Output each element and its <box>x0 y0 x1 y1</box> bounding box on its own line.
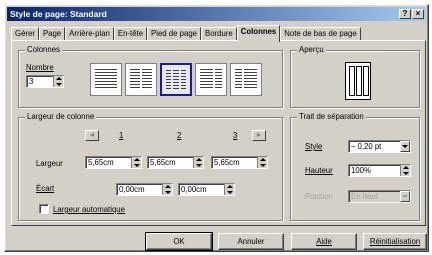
tab-page[interactable]: Page <box>38 27 66 41</box>
column-number-1: 1 <box>119 131 124 140</box>
reset-button[interactable]: Réinitialisation <box>363 233 427 250</box>
title-bar: Style de page: Standard ? × <box>7 7 426 21</box>
separator-position-dropdown[interactable]: En haut <box>348 190 411 203</box>
column-count-value: 3 <box>29 77 34 86</box>
preview-group-title: Aperçu <box>297 45 326 54</box>
spacing-1-value: 0,00cm <box>119 185 145 194</box>
spacing-1-field[interactable]: 0,00cm <box>116 183 173 196</box>
separator-height-value: 100% <box>351 166 371 175</box>
close-icon[interactable]: × <box>412 9 424 19</box>
tab-background[interactable]: Arrière-plan <box>65 27 114 41</box>
ok-button[interactable]: OK <box>145 232 213 251</box>
tab-footer[interactable]: Pied de page <box>147 27 201 41</box>
column-number-2: 2 <box>177 131 182 140</box>
layout-2-columns-icon[interactable] <box>125 63 157 96</box>
window-title: Style de page: Standard <box>10 9 107 19</box>
preview-column <box>363 66 369 96</box>
number-label: Nombre <box>26 63 54 72</box>
position-label: Position <box>305 192 333 201</box>
width-label: Largeur <box>36 159 63 168</box>
preview-column <box>349 66 355 96</box>
layout-wide-left-icon[interactable] <box>195 63 227 96</box>
column-1-width-field[interactable]: 5,65cm <box>85 156 142 169</box>
column-preview <box>345 62 371 100</box>
separator-height-field[interactable]: 100% <box>348 164 411 177</box>
spacing-2-value: 0,00cm <box>181 185 207 194</box>
tab-bar: Gérer Page Arrière-plan En-tête Pied de … <box>11 25 361 42</box>
separator-style-dropdown[interactable]: – 0,20 pt <box>348 140 411 153</box>
stepper-arrows-icon[interactable] <box>193 157 203 168</box>
column-2-width-field[interactable]: 5,65cm <box>147 156 204 169</box>
column-1-width-value: 5,65cm <box>88 158 114 167</box>
tab-columns[interactable]: Colonnes <box>236 25 281 42</box>
chevron-down-icon[interactable] <box>400 191 410 202</box>
height-label: Hauteur <box>305 166 333 175</box>
previous-columns-button[interactable]: ◄ <box>85 130 99 141</box>
tab-manage[interactable]: Gérer <box>11 27 39 41</box>
stepper-arrows-icon[interactable] <box>257 157 267 168</box>
column-3-width-value: 5,65cm <box>214 158 240 167</box>
stepper-arrows-icon[interactable] <box>131 157 141 168</box>
spacing-2-field[interactable]: 0,00cm <box>178 183 235 196</box>
help-icon[interactable]: ? <box>399 9 411 19</box>
stepper-arrows-icon[interactable] <box>53 76 63 87</box>
cancel-button[interactable]: Annuler <box>218 233 284 250</box>
column-width-group-title: Largeur de colonne <box>25 112 97 121</box>
column-number-3: 3 <box>233 131 238 140</box>
stepper-arrows-icon[interactable] <box>162 184 172 195</box>
layout-1-column-icon[interactable] <box>90 63 122 96</box>
separator-group-title: Trait de séparation <box>297 112 366 121</box>
layout-3-columns-icon[interactable] <box>160 63 192 96</box>
chevron-down-icon[interactable] <box>400 141 410 152</box>
separator-style-value: – 0,20 pt <box>351 142 382 151</box>
preview-column <box>356 66 362 96</box>
tab-header[interactable]: En-tête <box>113 27 148 41</box>
spacing-label: Écart <box>36 184 55 193</box>
stepper-arrows-icon[interactable] <box>224 184 234 195</box>
next-columns-button[interactable]: ► <box>252 130 266 141</box>
tab-borders[interactable]: Bordure <box>201 27 237 41</box>
columns-group-title: Colonnes <box>25 45 62 54</box>
stepper-arrows-icon[interactable] <box>400 165 410 176</box>
tab-footnote[interactable]: Note de bas de page <box>280 27 361 41</box>
layout-wide-right-icon[interactable] <box>230 63 262 96</box>
style-label: Style <box>305 142 323 151</box>
columns-tab-panel: Colonnes Nombre 3 Aperçu Largeur de colo… <box>11 40 426 226</box>
help-button[interactable]: Aide <box>291 233 357 250</box>
auto-width-label: Largeur automatique <box>53 205 125 214</box>
column-2-width-value: 5,65cm <box>150 158 176 167</box>
column-count-stepper[interactable]: 3 <box>26 75 64 88</box>
auto-width-checkbox[interactable] <box>39 204 49 214</box>
column-3-width-field[interactable]: 5,65cm <box>211 156 268 169</box>
separator-position-value: En haut <box>351 192 378 201</box>
page-style-dialog: Style de page: Standard ? × Gérer Page A… <box>4 4 429 252</box>
